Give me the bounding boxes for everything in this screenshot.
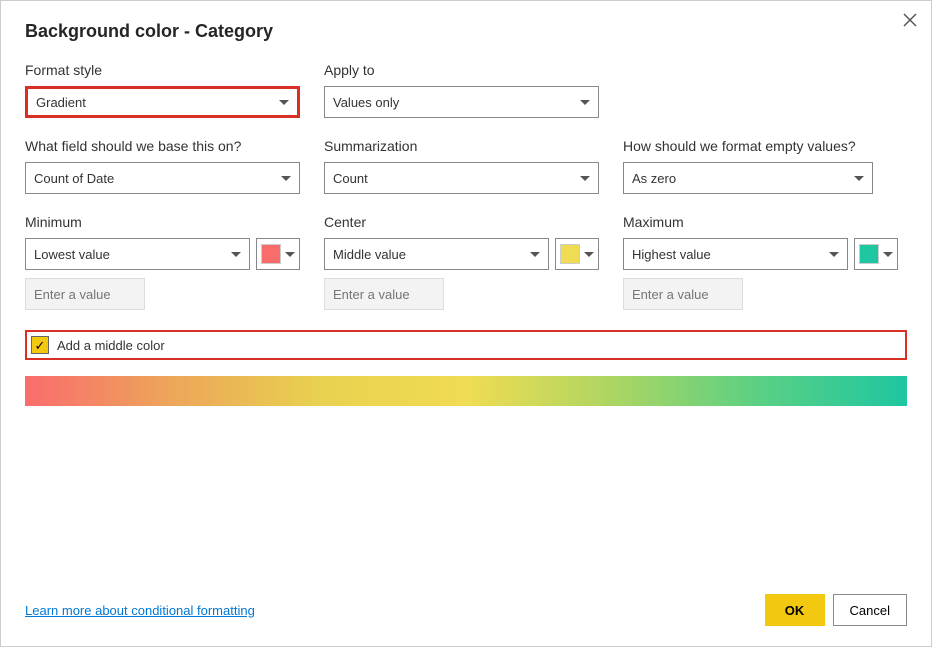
apply-to-select[interactable]: Values only	[324, 86, 599, 118]
empty-values-label: How should we format empty values?	[623, 138, 898, 154]
center-value-input[interactable]	[324, 278, 444, 310]
base-field-label: What field should we base this on?	[25, 138, 300, 154]
middle-color-checkbox-row[interactable]: ✓ Add a middle color	[25, 330, 907, 360]
cancel-button[interactable]: Cancel	[833, 594, 907, 626]
chevron-down-icon	[530, 252, 540, 257]
chevron-down-icon	[829, 252, 839, 257]
format-style-label: Format style	[25, 62, 300, 78]
minimum-color-picker[interactable]	[256, 238, 300, 270]
dialog-title: Background color - Category	[25, 21, 273, 42]
base-field-value: Count of Date	[34, 171, 114, 186]
middle-color-label: Add a middle color	[57, 338, 165, 353]
maximum-select[interactable]: Highest value	[623, 238, 848, 270]
center-label: Center	[324, 214, 599, 230]
center-select[interactable]: Middle value	[324, 238, 549, 270]
learn-more-link[interactable]: Learn more about conditional formatting	[25, 603, 255, 618]
apply-to-label: Apply to	[324, 62, 599, 78]
chevron-down-icon	[580, 100, 590, 105]
summarization-value: Count	[333, 171, 368, 186]
checkmark-icon: ✓	[35, 339, 46, 352]
chevron-down-icon	[281, 176, 291, 181]
minimum-value: Lowest value	[34, 247, 110, 262]
maximum-color-swatch	[859, 244, 879, 264]
maximum-color-picker[interactable]	[854, 238, 898, 270]
chevron-down-icon	[854, 176, 864, 181]
empty-values-select[interactable]: As zero	[623, 162, 873, 194]
center-color-picker[interactable]	[555, 238, 599, 270]
apply-to-value: Values only	[333, 95, 399, 110]
gradient-preview	[25, 376, 907, 406]
chevron-down-icon	[580, 176, 590, 181]
close-button[interactable]	[899, 9, 921, 34]
chevron-down-icon	[279, 100, 289, 105]
format-style-value: Gradient	[36, 95, 86, 110]
middle-color-checkbox[interactable]: ✓	[31, 336, 49, 354]
format-style-select[interactable]: Gradient	[25, 86, 300, 118]
maximum-value: Highest value	[632, 247, 711, 262]
summarization-select[interactable]: Count	[324, 162, 599, 194]
minimum-color-swatch	[261, 244, 281, 264]
chevron-down-icon	[883, 252, 893, 257]
chevron-down-icon	[285, 252, 295, 257]
minimum-label: Minimum	[25, 214, 300, 230]
chevron-down-icon	[231, 252, 241, 257]
ok-button[interactable]: OK	[765, 594, 825, 626]
chevron-down-icon	[584, 252, 594, 257]
base-field-select[interactable]: Count of Date	[25, 162, 300, 194]
minimum-value-input[interactable]	[25, 278, 145, 310]
minimum-select[interactable]: Lowest value	[25, 238, 250, 270]
center-value: Middle value	[333, 247, 406, 262]
summarization-label: Summarization	[324, 138, 599, 154]
center-color-swatch	[560, 244, 580, 264]
maximum-label: Maximum	[623, 214, 898, 230]
maximum-value-input[interactable]	[623, 278, 743, 310]
close-icon	[903, 13, 917, 27]
empty-values-value: As zero	[632, 171, 676, 186]
